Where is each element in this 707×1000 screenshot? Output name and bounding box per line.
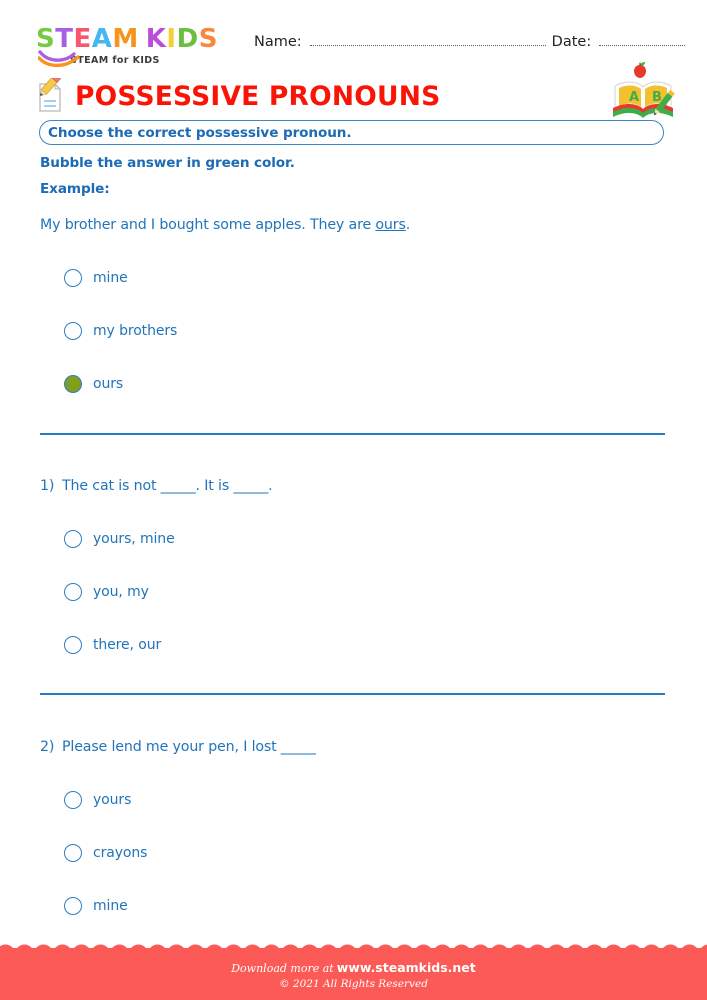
question-2-body: Please lend me your pen, I lost _____ (62, 739, 316, 755)
example-option-3[interactable]: ours (64, 375, 123, 393)
bubble-note: Bubble the answer in green color. (40, 155, 295, 171)
option-label: yours, mine (93, 531, 175, 547)
name-date-row: Name: Date: (254, 34, 686, 50)
bubble-icon[interactable] (64, 636, 82, 654)
question-1-text: 1) The cat is not _____. It is _____. (40, 478, 273, 494)
logo-letter: D (176, 24, 199, 54)
divider-1 (40, 433, 665, 436)
name-label: Name: (254, 34, 302, 50)
page-title: POSSESSIVE PRONOUNS (75, 80, 441, 112)
steam-kids-logo: STEAM KIDS STEAM for KIDS (36, 24, 236, 68)
svg-text:A: A (629, 90, 639, 105)
date-input-line[interactable] (599, 35, 686, 46)
footer-download-line: Download more at www.steamkids.net (231, 960, 476, 975)
instruction-box: Choose the correct possessive pronoun. (39, 120, 664, 145)
logo-letter: I (166, 24, 177, 54)
logo-letter: M (112, 24, 139, 54)
question-2-option-1[interactable]: yours (64, 791, 131, 809)
logo-swoosh-icon (38, 50, 80, 68)
bubble-icon[interactable] (64, 583, 82, 601)
instruction-text: Choose the correct possessive pronoun. (48, 124, 352, 141)
example-sentence: My brother and I bought some apples. The… (40, 217, 410, 233)
logo-letter: A (91, 24, 113, 54)
example-label: Example: (40, 181, 110, 197)
option-label: crayons (93, 845, 148, 861)
option-label: mine (93, 270, 128, 286)
option-label: my brothers (93, 323, 178, 339)
pencil-paper-icon (39, 78, 62, 112)
bubble-icon[interactable] (64, 844, 82, 862)
logo-letter: K (145, 24, 167, 54)
bubble-icon[interactable] (64, 269, 82, 287)
bubble-icon[interactable] (64, 322, 82, 340)
open-book-apple-pencil-icon: A B (613, 62, 675, 118)
question-1-option-1[interactable]: yours, mine (64, 530, 175, 548)
question-1-option-3[interactable]: there, our (64, 636, 161, 654)
page-footer: Download more at www.steamkids.net © 2021… (0, 938, 707, 1000)
footer-copyright: © 2021 All Rights Reserved (279, 977, 428, 990)
bubble-icon-selected[interactable] (64, 375, 82, 393)
question-2-number: 2) (40, 739, 55, 755)
question-1-body: The cat is not _____. It is _____. (62, 478, 273, 494)
example-option-2[interactable]: my brothers (64, 322, 177, 340)
footer-download-text: Download more at (231, 961, 334, 975)
option-label: you, my (93, 584, 149, 600)
name-input-line[interactable] (309, 35, 546, 46)
worksheet-page: STEAM KIDS STEAM for KIDS Name: Date: PO… (0, 0, 707, 1000)
option-label: mine (93, 898, 128, 914)
bubble-icon[interactable] (64, 530, 82, 548)
divider-2 (40, 693, 665, 696)
footer-content: Download more at www.steamkids.net © 2021… (0, 949, 707, 1000)
question-2-option-2[interactable]: crayons (64, 844, 147, 862)
date-label: Date: (551, 34, 592, 50)
footer-site-link[interactable]: www.steamkids.net (337, 960, 476, 975)
page-header: STEAM KIDS STEAM for KIDS Name: Date: (36, 24, 686, 86)
logo-letter: S (198, 24, 218, 54)
example-sentence-prefix: My brother and I bought some apples. The… (40, 217, 376, 233)
example-option-1[interactable]: mine (64, 269, 128, 287)
question-2-option-3[interactable]: mine (64, 897, 128, 915)
option-label: yours (93, 792, 132, 808)
option-label: there, our (93, 637, 162, 653)
logo-tagline: STEAM for KIDS (70, 55, 160, 66)
bubble-icon[interactable] (64, 791, 82, 809)
option-label: ours (93, 376, 124, 392)
question-1-number: 1) (40, 478, 55, 494)
title-row: POSSESSIVE PRONOUNS (33, 78, 440, 114)
example-sentence-suffix: . (405, 217, 411, 233)
question-1-option-2[interactable]: you, my (64, 583, 149, 601)
bubble-icon[interactable] (64, 897, 82, 915)
example-sentence-answer: ours (375, 217, 406, 233)
question-2-text: 2) Please lend me your pen, I lost _____ (40, 739, 316, 755)
